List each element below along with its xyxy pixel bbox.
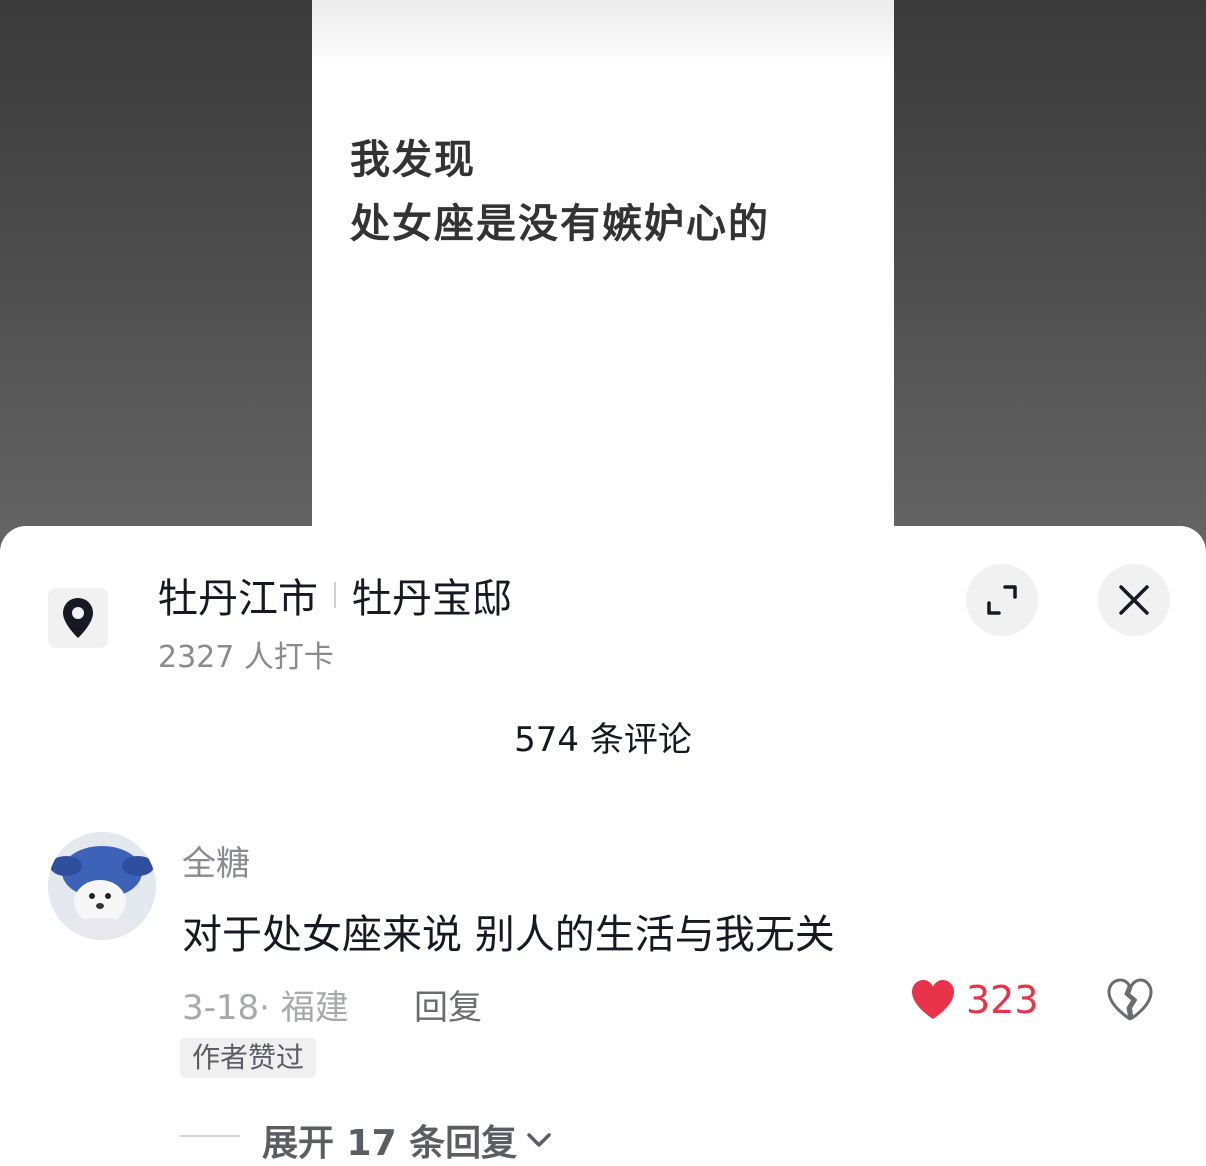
chevron-down-icon xyxy=(527,1133,551,1147)
video-caption-line-2: 处女座是没有嫉妒心的 xyxy=(350,201,770,247)
dislike-button[interactable] xyxy=(1106,978,1154,1026)
comment-sheet: 牡丹江市 牡丹宝邸 2327 人打卡 574 条评论 全糖 对于处女座来说 别人… xyxy=(0,526,1206,1166)
expand-button[interactable] xyxy=(966,564,1038,636)
location-title[interactable]: 牡丹江市 牡丹宝邸 xyxy=(158,566,512,624)
expand-divider xyxy=(180,1135,240,1137)
location-pin-icon[interactable] xyxy=(48,588,108,648)
like-count: 323 xyxy=(966,978,1039,1022)
broken-heart-icon xyxy=(1107,978,1153,1021)
avatar[interactable] xyxy=(48,832,156,940)
expand-icon xyxy=(987,585,1017,615)
video-background[interactable]: 我发现 处女座是没有嫉妒心的 xyxy=(0,0,1206,560)
comment-text[interactable]: 对于处女座来说 别人的生活与我无关 xyxy=(182,902,835,960)
comment-username[interactable]: 全糖 xyxy=(182,836,250,885)
close-button[interactable] xyxy=(1098,564,1170,636)
close-icon xyxy=(1119,585,1149,615)
reply-button[interactable]: 回复 xyxy=(414,980,482,1029)
video-caption-line-1: 我发现 xyxy=(350,137,476,183)
author-liked-badge: 作者赞过 xyxy=(180,1038,317,1078)
location-city: 牡丹江市 xyxy=(158,576,318,622)
comment-meta: 3-18· 福建 xyxy=(182,988,349,1028)
heart-icon xyxy=(912,980,954,1019)
location-separator xyxy=(334,582,336,608)
comment-count-title: 574 条评论 xyxy=(514,720,692,760)
like-button[interactable]: 323 xyxy=(910,978,1039,1022)
expand-replies-label: 展开 17 条回复 xyxy=(262,1123,518,1164)
location-checkins: 2327 人打卡 xyxy=(158,640,334,675)
video-frame[interactable] xyxy=(312,0,894,560)
location-place: 牡丹宝邸 xyxy=(352,576,512,622)
video-caption: 我发现 处女座是没有嫉妒心的 xyxy=(350,128,770,256)
expand-replies-button[interactable]: 展开 17 条回复 xyxy=(262,1114,553,1166)
